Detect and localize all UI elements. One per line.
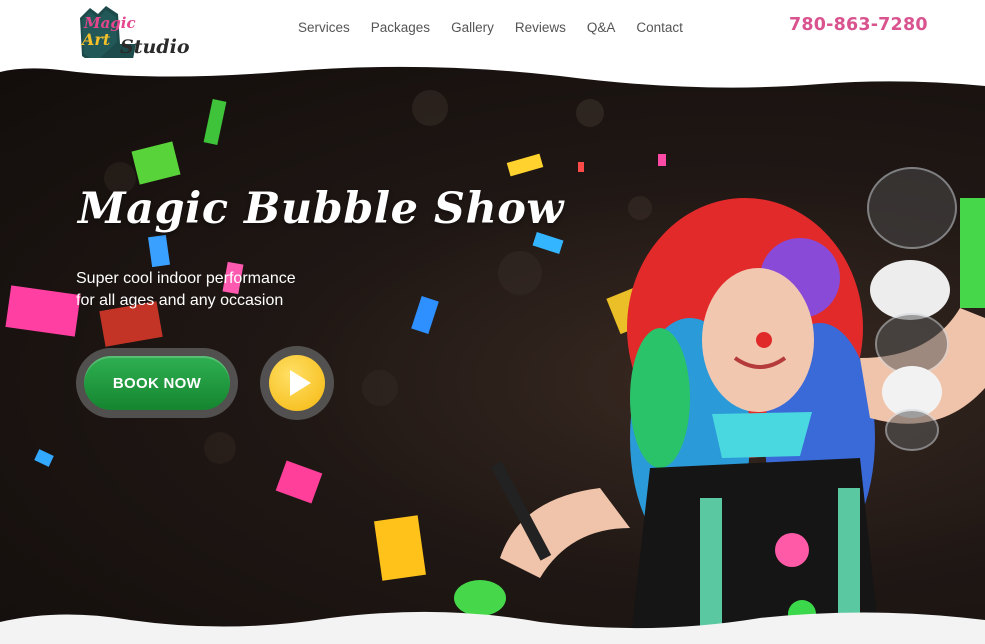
nav-item-gallery[interactable]: Gallery: [451, 18, 494, 38]
nav-item-services[interactable]: Services: [298, 18, 350, 38]
hero-title: Magic Bubble Show: [78, 184, 564, 234]
nav-item-packages[interactable]: Packages: [371, 18, 430, 38]
play-video-button-frame[interactable]: [260, 346, 334, 420]
nav-item-contact[interactable]: Contact: [636, 18, 683, 38]
book-now-button-frame[interactable]: BOOK NOW: [76, 348, 238, 418]
hero-subtitle-line-2: for all ages and any occasion: [76, 292, 284, 309]
play-icon: [290, 370, 311, 396]
logo-text-magic: Magic: [84, 14, 136, 32]
logo-text-studio: Studio: [120, 36, 190, 58]
play-video-button[interactable]: [269, 355, 325, 411]
phone-number-link[interactable]: 780-863-7280: [789, 15, 928, 35]
nav-item-reviews[interactable]: Reviews: [515, 18, 566, 38]
hero-subtitle-line-1: Super cool indoor performance: [76, 270, 296, 287]
hero-top-wave: [0, 58, 985, 88]
hero-section: Magic Bubble Show Super cool indoor perf…: [0, 58, 985, 644]
book-now-button[interactable]: BOOK NOW: [84, 356, 230, 410]
hero-subtitle: Super cool indoor performance for all ag…: [76, 268, 376, 312]
nav-item-qa[interactable]: Q&A: [587, 18, 616, 38]
hero-bottom-wave: [0, 611, 985, 644]
logo-text-art: Art: [82, 30, 111, 49]
main-nav: Services Packages Gallery Reviews Q&A Co…: [298, 18, 704, 38]
